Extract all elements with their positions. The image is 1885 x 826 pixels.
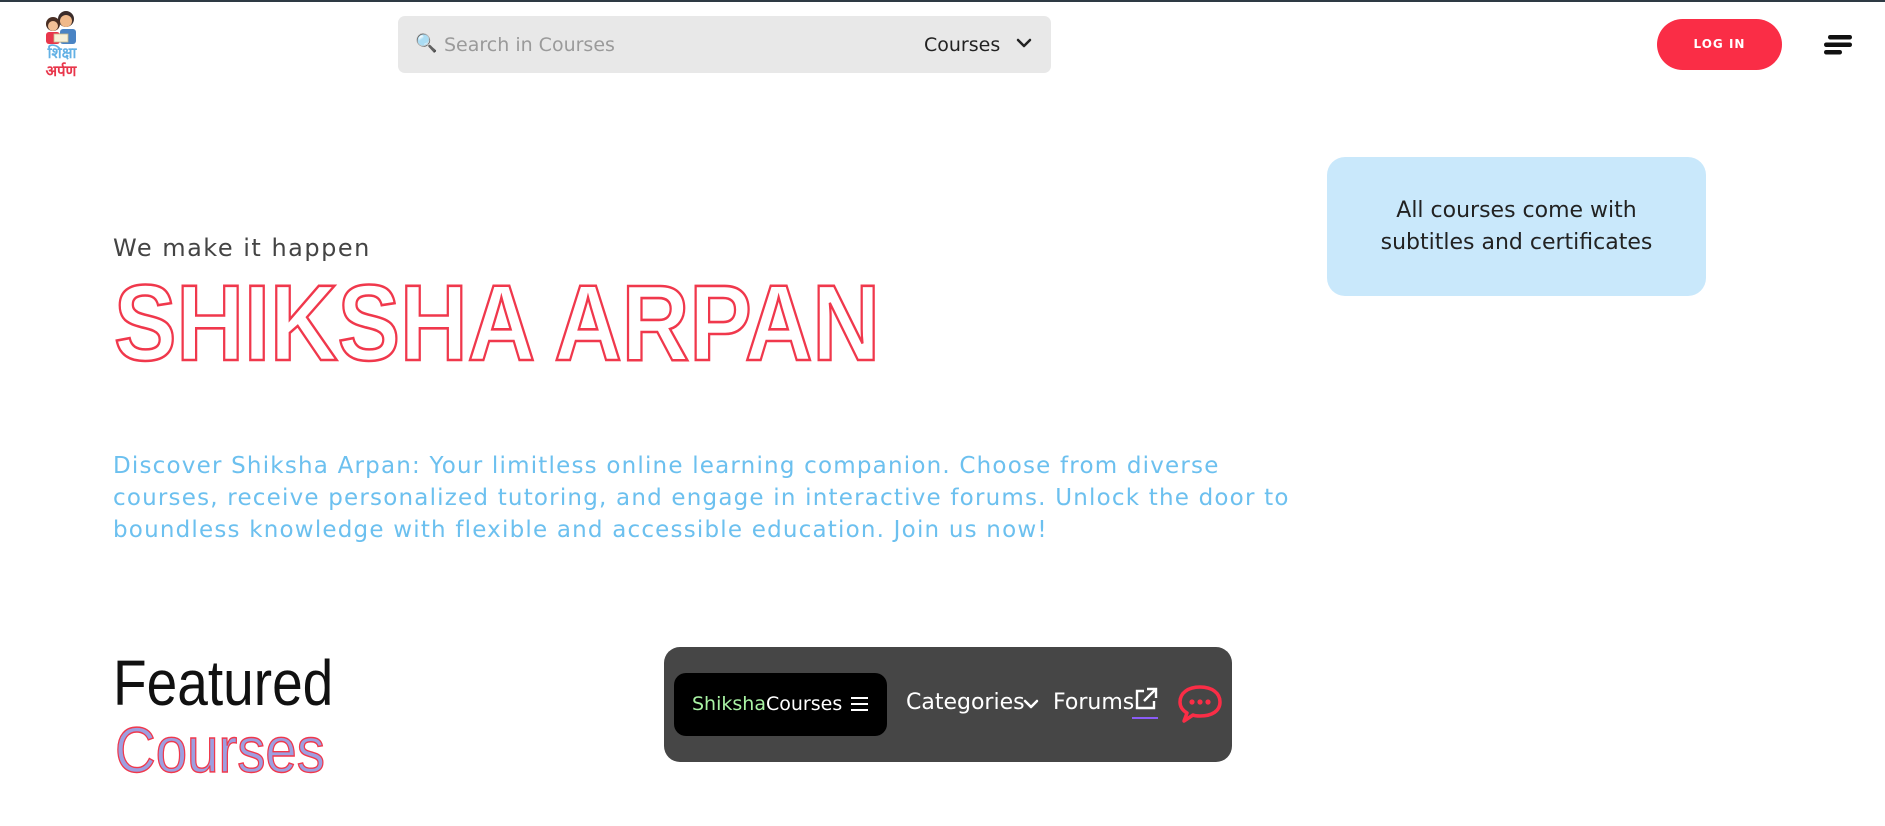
logo-text-line2: अर्पण <box>45 62 77 80</box>
pill-label: Courses <box>766 693 843 715</box>
brand-title-text: SHIKSHA ARPAN <box>114 262 880 372</box>
hamburger-icon <box>851 697 868 711</box>
courses-heading: Courses <box>114 713 325 782</box>
floating-navbar: Shiksha Courses Categories Forums <box>664 647 1232 762</box>
chevron-down-icon[interactable] <box>1023 698 1039 710</box>
chevron-down-icon[interactable] <box>1016 37 1032 49</box>
hero-description: Discover Shiksha Arpan: Your limitless o… <box>113 453 1290 543</box>
search-icon: 🔍 <box>415 33 438 54</box>
search-scope-select[interactable]: Courses <box>924 30 1000 60</box>
forums-link[interactable]: Forums <box>1053 690 1134 715</box>
kids-reading-logo-icon <box>46 11 76 44</box>
logo-text-line1: शिक्षा <box>47 44 77 62</box>
login-button[interactable]: LOG IN <box>1657 19 1782 70</box>
site-logo[interactable]: शिक्षा अर्पण <box>36 10 86 80</box>
pill-brand: Shiksha <box>692 693 766 715</box>
hero-tagline: We make it happen <box>113 234 371 262</box>
info-bubble-text: All courses come with subtitles and cert… <box>1380 197 1653 255</box>
info-bubble: All courses come with subtitles and cert… <box>1327 157 1706 296</box>
chat-bubble-icon[interactable] <box>1177 683 1223 725</box>
search-bar: 🔍 Courses <box>398 16 1051 73</box>
courses-menu-button[interactable]: Shiksha Courses <box>674 673 887 736</box>
categories-dropdown[interactable]: Categories <box>906 690 1025 715</box>
courses-heading-text: Courses <box>115 714 325 782</box>
featured-heading: Featured <box>113 647 334 719</box>
menu-icon[interactable] <box>1824 34 1854 56</box>
search-input[interactable] <box>442 28 846 62</box>
forums-link-underline <box>1132 717 1158 719</box>
external-link-icon[interactable] <box>1133 686 1159 712</box>
brand-title: SHIKSHA ARPAN <box>113 262 882 372</box>
top-border <box>0 0 1885 2</box>
